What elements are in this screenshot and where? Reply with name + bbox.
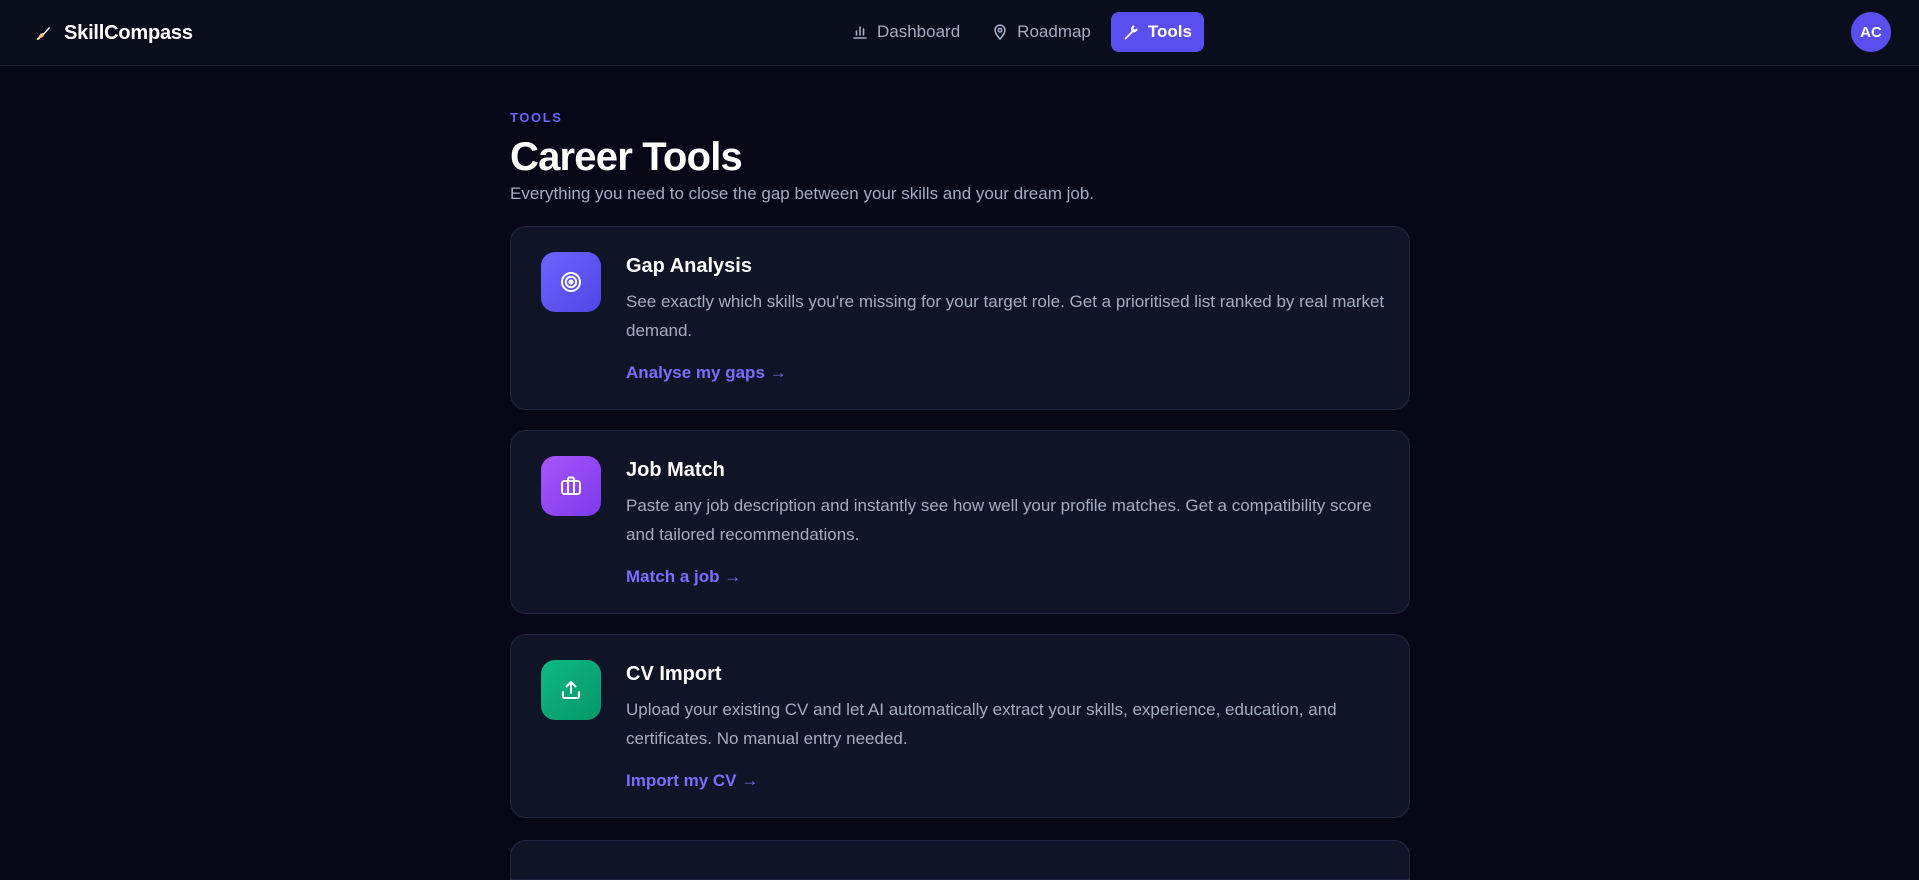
top-bar: SkillCompass Dashboard Roadmap Tools AC bbox=[0, 0, 1919, 66]
nav-roadmap-label: Roadmap bbox=[1017, 22, 1091, 41]
tool-card-description: Paste any job description and instantly … bbox=[626, 496, 1372, 544]
tool-card-job-match[interactable]: Job Match Paste any job description and … bbox=[510, 430, 1410, 614]
page-subtitle: Everything you need to close the gap bet… bbox=[510, 184, 1095, 203]
tool-card-cv-import[interactable]: CV Import Upload your existing CV and le… bbox=[510, 634, 1410, 818]
wrench-icon bbox=[1123, 24, 1139, 40]
nav-dashboard[interactable]: Dashboard bbox=[840, 12, 972, 52]
nav-roadmap[interactable]: Roadmap bbox=[980, 12, 1103, 52]
page-title: Career Tools bbox=[510, 135, 743, 179]
tool-card-gap-analysis[interactable]: Gap Analysis See exactly which skills yo… bbox=[510, 226, 1410, 410]
nav-dashboard-label: Dashboard bbox=[877, 22, 961, 41]
user-avatar[interactable]: AC bbox=[1851, 12, 1891, 52]
tool-card-description: See exactly which skills you're missing … bbox=[626, 292, 1385, 340]
tool-card-title: CV Import bbox=[626, 663, 722, 685]
tool-card-title: Gap Analysis bbox=[626, 255, 752, 277]
tool-card-description: Upload your existing CV and let AI autom… bbox=[626, 700, 1337, 748]
match-job-link[interactable]: Match a job → bbox=[626, 567, 741, 587]
briefcase-icon bbox=[541, 456, 601, 516]
target-icon bbox=[541, 252, 601, 312]
brand-name: SkillCompass bbox=[64, 21, 193, 44]
tool-card-title: Job Match bbox=[626, 459, 725, 481]
rocket-icon bbox=[34, 23, 54, 43]
tool-card-partial bbox=[510, 840, 1410, 880]
import-cv-link[interactable]: Import my CV → bbox=[626, 771, 758, 791]
nav-tools-label: Tools bbox=[1147, 22, 1192, 41]
page-eyebrow: TOOLS bbox=[510, 110, 563, 125]
nav-tools[interactable]: Tools bbox=[1110, 12, 1204, 52]
upload-icon bbox=[541, 660, 601, 720]
brand[interactable]: SkillCompass bbox=[34, 20, 193, 46]
analyse-gaps-link[interactable]: Analyse my gaps → bbox=[626, 363, 787, 383]
main-nav: Dashboard Roadmap Tools bbox=[840, 12, 1204, 52]
bar-chart-icon bbox=[852, 24, 868, 40]
map-pin-icon bbox=[992, 24, 1008, 40]
